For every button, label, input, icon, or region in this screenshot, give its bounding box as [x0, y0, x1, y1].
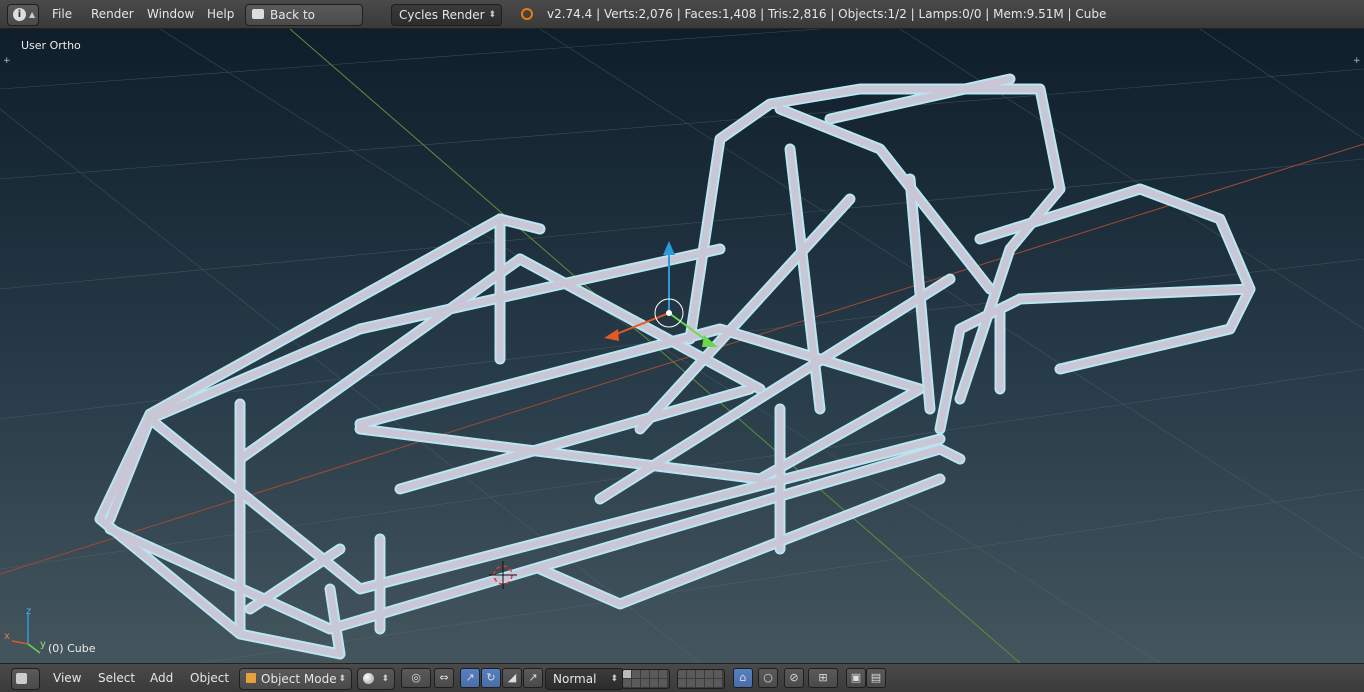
viewport-scene[interactable]: + + z x y — [0, 29, 1364, 663]
active-object-label: (0) Cube — [48, 642, 96, 655]
chassis-frame-fill — [96, 75, 1254, 658]
manipulator-icon: ⇔ — [439, 671, 449, 684]
layers-widget-2[interactable] — [677, 669, 725, 689]
lock-layers-button[interactable]: ⌂ — [733, 668, 753, 688]
chevron-updown-icon: ▲ — [29, 10, 36, 19]
pivot-icon: ◎ — [411, 671, 421, 684]
view-label: User Ortho — [21, 39, 81, 52]
translate-manipulator-button[interactable]: ↗ — [460, 668, 480, 688]
view3d-icon — [16, 673, 27, 684]
rotate-manipulator-button[interactable]: ↻ — [481, 668, 501, 688]
menu-help[interactable]: Help — [207, 4, 234, 24]
mode-dropdown[interactable]: Object Mode ⬍ — [239, 668, 352, 690]
menu-file[interactable]: File — [52, 4, 72, 24]
pivot-point-dropdown[interactable]: ◎ — [401, 668, 431, 688]
axis-widget: z x y — [4, 606, 46, 654]
proportional-icon: ○ — [763, 671, 773, 684]
menu-render[interactable]: Render — [91, 4, 134, 24]
3d-view-header: View Select Add Object Object Mode ⬍ ⬍ ◎… — [0, 663, 1364, 692]
layers-widget-1[interactable] — [622, 669, 670, 689]
transform-orientation-dropdown[interactable]: Normal ⬍ — [545, 668, 624, 690]
menu-view[interactable]: View — [53, 668, 81, 688]
editor-type-button[interactable]: i ▲ — [7, 4, 39, 26]
snap-toggle-button[interactable]: ⊘ — [784, 668, 804, 688]
menu-object[interactable]: Object — [190, 668, 229, 688]
render-icon: ▣ — [850, 671, 862, 684]
snap-icon: ⊘ — [789, 671, 799, 684]
scale-manipulator-button[interactable]: ◢ — [502, 668, 522, 688]
back-to-previous-button[interactable]: Back to Previous — [245, 4, 363, 42]
editor-type-button[interactable] — [11, 668, 40, 690]
info-header: i ▲ File Render Window Help Back to Prev… — [0, 0, 1364, 42]
lock-icon: ⌂ — [739, 671, 747, 684]
orientation-icon: ↗ — [528, 671, 538, 684]
axis-label-y: y — [40, 639, 46, 650]
shading-sphere-icon — [363, 673, 374, 684]
menu-add[interactable]: Add — [150, 668, 173, 688]
back-arrow-icon — [252, 9, 264, 19]
anim-icon: ▤ — [870, 671, 882, 684]
blender-logo-icon — [521, 8, 533, 20]
proportional-editing-button[interactable]: ○ — [758, 668, 778, 688]
snap-element-icon: ⊞ — [818, 671, 828, 684]
chevron-updown-icon: ⬍ — [488, 10, 496, 20]
chevron-updown-icon: ⬍ — [338, 674, 346, 684]
translate-icon: ↗ — [465, 671, 475, 684]
3d-viewport[interactable]: + + z x y User Ortho (0) Cube — [0, 29, 1364, 663]
manipulator-toggle[interactable]: ⇔ — [434, 668, 454, 688]
info-icon: i — [13, 8, 26, 21]
menu-window[interactable]: Window — [147, 4, 194, 24]
viewport-shading-dropdown[interactable]: ⬍ — [357, 668, 395, 690]
render-engine-dropdown[interactable]: Cycles Render ⬍ — [391, 4, 502, 26]
axis-label-z: z — [26, 606, 31, 617]
menu-select[interactable]: Select — [98, 668, 135, 688]
opengl-render-button[interactable]: ▣ — [846, 668, 866, 688]
corner-mark-left: + — [3, 56, 11, 66]
object-mode-cube-icon — [246, 673, 256, 683]
chevron-updown-icon: ⬍ — [381, 674, 389, 684]
scale-icon: ◢ — [507, 671, 517, 684]
rotate-icon: ↻ — [486, 671, 496, 684]
corner-mark-right: + — [1353, 56, 1361, 66]
snap-element-dropdown[interactable]: ⊞ — [808, 668, 838, 688]
opengl-anim-button[interactable]: ▤ — [866, 668, 886, 688]
chevron-updown-icon: ⬍ — [610, 674, 618, 684]
orientation-icon-button[interactable]: ↗ — [523, 668, 543, 688]
scene-stats: v2.74.4 | Verts:2,076 | Faces:1,408 | Tr… — [547, 7, 1107, 21]
axis-label-x: x — [4, 631, 10, 642]
